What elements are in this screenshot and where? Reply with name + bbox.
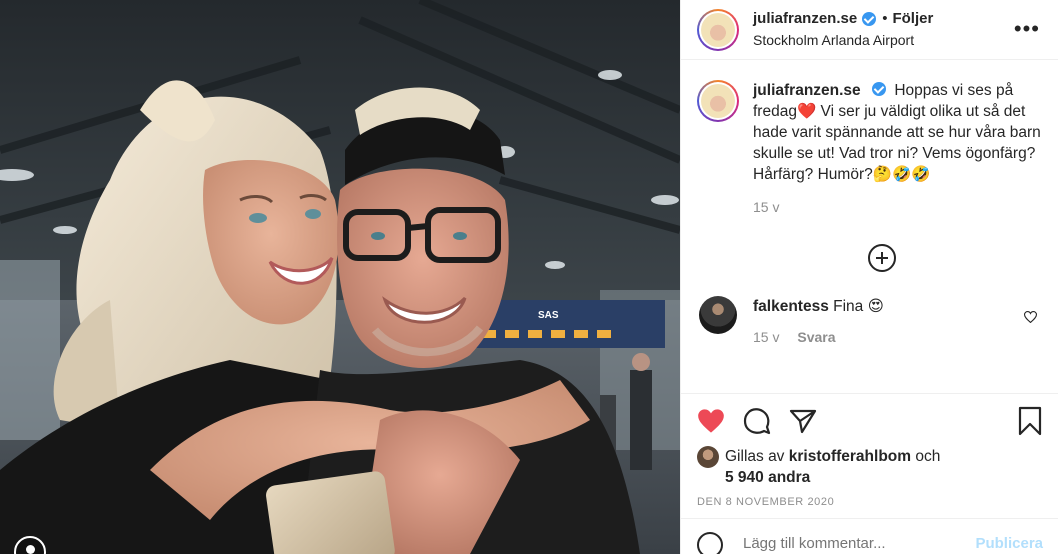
caption-time[interactable]: 15 v xyxy=(753,199,779,215)
liker-username[interactable]: kristofferahlbom xyxy=(789,448,911,465)
post-image: SAS xyxy=(0,0,680,554)
commenter-avatar[interactable] xyxy=(699,296,737,334)
post-photo[interactable]: SAS xyxy=(0,0,680,554)
likes-prefix: Gillas av xyxy=(725,448,785,465)
post-caption: juliafranzen.se Hoppas vi ses på fredag❤… xyxy=(697,80,1042,218)
post-header: juliafranzen.se • Följer Stockholm Arlan… xyxy=(681,0,1058,60)
comment-item: falkentess Fina 😍 15 v Svara xyxy=(697,296,1042,348)
emoji-icon[interactable] xyxy=(697,531,723,554)
comment-time[interactable]: 15 v xyxy=(753,329,779,345)
more-options-icon[interactable]: ••• xyxy=(1014,16,1040,42)
comment-input[interactable] xyxy=(743,535,943,552)
author-avatar[interactable] xyxy=(697,8,739,51)
like-heart-icon[interactable] xyxy=(697,408,725,434)
header-separator: • xyxy=(882,9,888,27)
liker-avatar[interactable] xyxy=(697,446,719,468)
share-send-icon[interactable] xyxy=(789,408,817,434)
comment-username[interactable]: falkentess xyxy=(753,298,829,315)
caption-username[interactable]: juliafranzen.se xyxy=(753,82,861,99)
post-date[interactable]: DEN 8 NOVEMBER 2020 xyxy=(697,496,1043,508)
caption-author-avatar[interactable] xyxy=(697,80,739,122)
comment-like-icon[interactable] xyxy=(1023,310,1038,326)
post-panel: juliafranzen.se • Följer Stockholm Arlan… xyxy=(680,0,1058,554)
verified-badge-icon xyxy=(862,12,877,27)
likes-summary: Gillas av kristofferahlbom och 5 940 and… xyxy=(697,446,1043,488)
sas-sign: SAS xyxy=(538,310,559,321)
comment-text: Fina 😍 xyxy=(833,298,884,315)
comments-section: juliafranzen.se Hoppas vi ses på fredag❤… xyxy=(681,60,1058,348)
comment-bubble-icon[interactable] xyxy=(743,407,771,435)
following-button[interactable]: Följer xyxy=(892,10,933,29)
reply-button[interactable]: Svara xyxy=(797,329,835,345)
author-username[interactable]: juliafranzen.se xyxy=(753,10,857,29)
load-more-comments-button[interactable] xyxy=(867,244,896,272)
verified-badge-icon xyxy=(872,82,886,96)
save-bookmark-icon[interactable] xyxy=(1017,406,1043,436)
add-comment-bar: Publicera xyxy=(681,518,1058,554)
publish-button[interactable]: Publicera xyxy=(975,535,1043,552)
likes-count-link[interactable]: 5 940 andra xyxy=(725,469,810,486)
author-avatar-image xyxy=(701,12,735,47)
post-location[interactable]: Stockholm Arlanda Airport xyxy=(753,32,933,50)
likes-joiner: och xyxy=(915,448,941,465)
